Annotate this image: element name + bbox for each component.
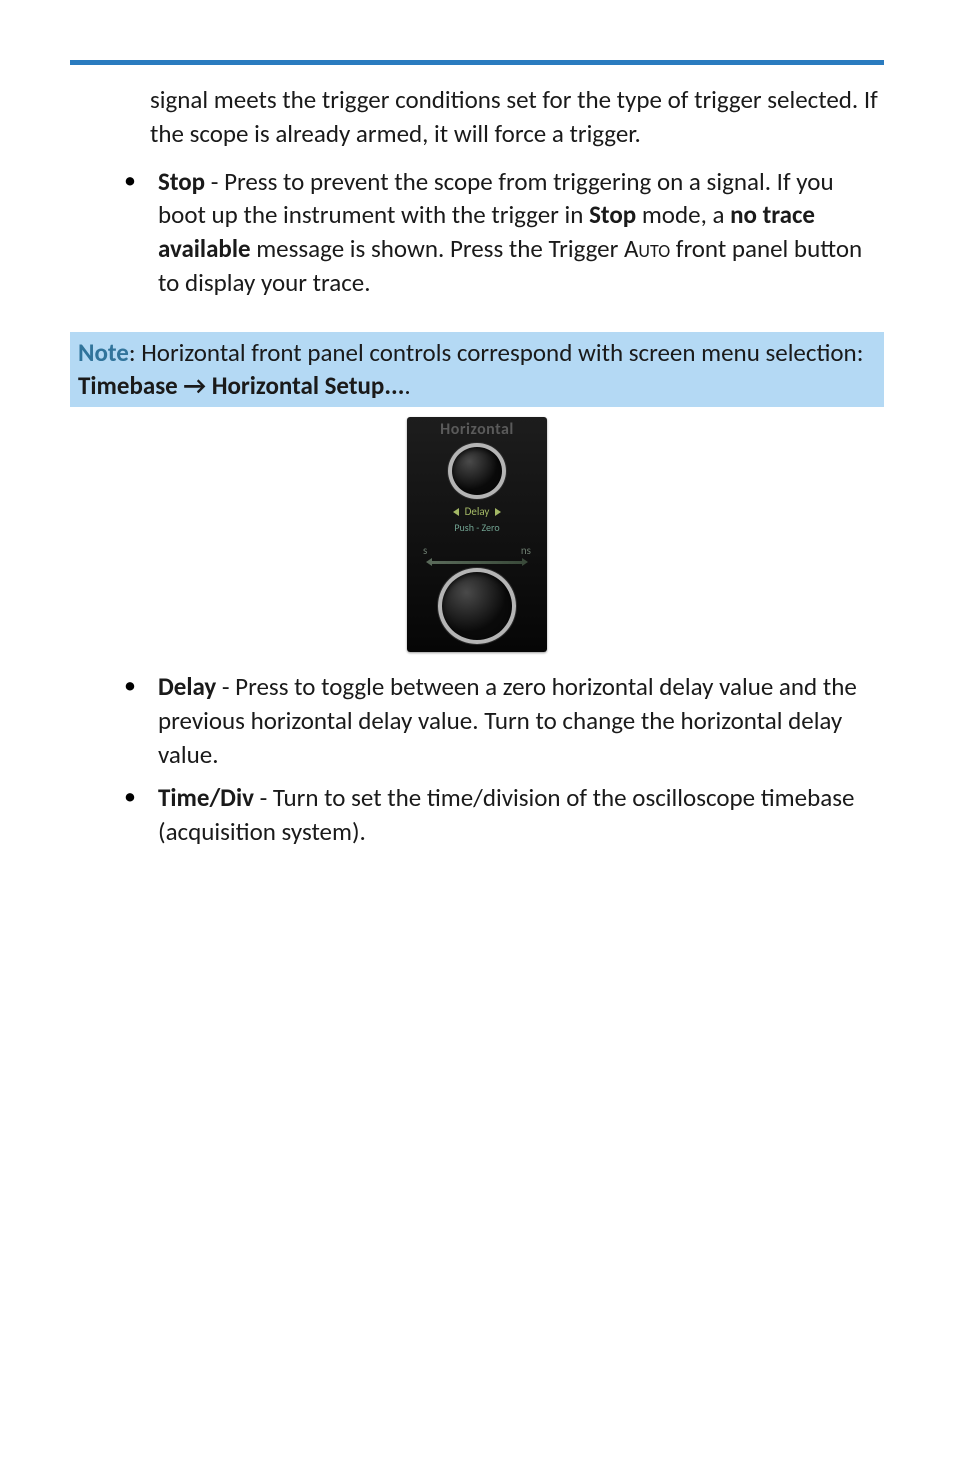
panel-image: Horizontal Delay Push - Zero s ns [70, 417, 884, 652]
trigger-bullets: Stop - Press to prevent the scope from t… [70, 165, 884, 300]
horizontal-bullets: Delay - Press to toggle between a zero h… [70, 670, 884, 849]
timediv-knob [438, 568, 516, 644]
arrow-left-icon [453, 508, 459, 516]
header-rule [70, 60, 884, 65]
stop-text3: message is shown. Press the Trigger [251, 233, 624, 264]
timediv-item: Time/Div - Turn to set the time/division… [124, 781, 884, 849]
unit-s: s [423, 544, 427, 559]
continuation-paragraph: signal meets the trigger conditions set … [70, 83, 884, 151]
continuation-text: signal meets the trigger conditions set … [150, 84, 878, 149]
note-body: : Horizontal front panel controls corres… [129, 337, 864, 368]
stop-mode: Stop [589, 199, 636, 230]
stop-label: Stop [158, 166, 205, 197]
stop-text2: mode, a [636, 199, 730, 230]
time-unit-row: s ns [413, 544, 541, 559]
delay-label-row: Delay [453, 505, 502, 520]
note-prefix: Note [78, 337, 129, 368]
timediv-text: - Turn to set the time/division of the o… [158, 782, 854, 847]
note-menu: Timebase → Horizontal Setup... [78, 370, 404, 401]
panel-title: Horizontal [440, 419, 514, 441]
delay-item: Delay - Press to toggle between a zero h… [124, 670, 884, 771]
arrow-right-icon [495, 508, 501, 516]
note-box: Note: Horizontal front panel controls co… [70, 332, 884, 408]
note-period: . [404, 370, 410, 401]
stop-item: Stop - Press to prevent the scope from t… [124, 165, 884, 300]
delay-label: Delay [158, 671, 216, 702]
auto-button-ref: Auto [624, 233, 670, 264]
panel-push-label: Push - Zero [454, 521, 499, 535]
unit-ns: ns [521, 544, 531, 559]
panel-delay-label: Delay [465, 505, 490, 520]
delay-knob [448, 443, 506, 499]
timediv-label: Time/Div [158, 782, 254, 813]
horizontal-panel: Horizontal Delay Push - Zero s ns [407, 417, 547, 652]
delay-text: - Press to toggle between a zero horizon… [158, 671, 857, 770]
range-arrow-icon [431, 561, 523, 564]
